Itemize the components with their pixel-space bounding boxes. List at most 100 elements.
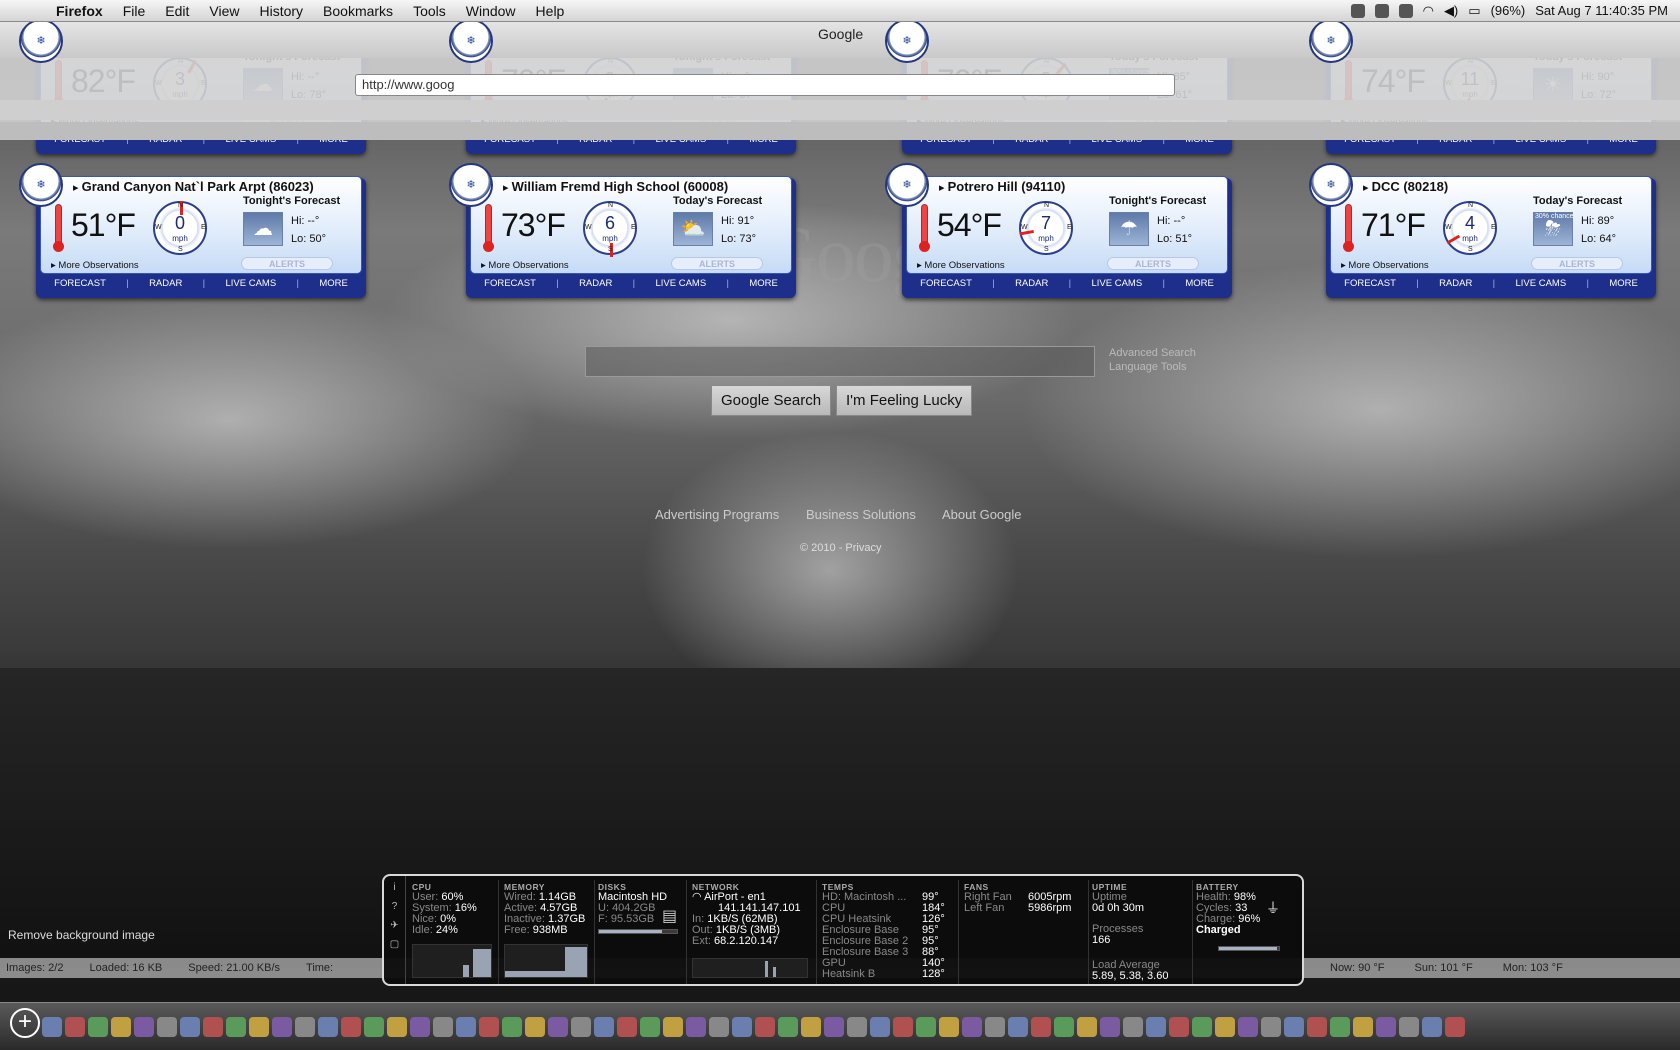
- more-observations-link[interactable]: More Observations: [481, 260, 568, 271]
- dock-app-icon[interactable]: [939, 1016, 959, 1037]
- advanced-search-link[interactable]: Advanced Search: [1109, 347, 1196, 359]
- copyright-privacy[interactable]: © 2010 - Privacy: [800, 542, 881, 554]
- dock-app-icon[interactable]: [962, 1016, 982, 1037]
- station-name[interactable]: Grand Canyon Nat`l Park Arpt (86023): [73, 179, 314, 194]
- weather-logo-icon[interactable]: ❄: [1309, 163, 1353, 207]
- radar-tab[interactable]: RADAR: [145, 278, 186, 289]
- dock-app-icon[interactable]: [1376, 1016, 1396, 1037]
- partly-sunny-icon[interactable]: ⛅: [673, 212, 713, 246]
- dock-app-icon[interactable]: [801, 1016, 821, 1037]
- dock-app-icon[interactable]: [847, 1016, 867, 1037]
- dock-app-icon[interactable]: [387, 1016, 407, 1037]
- weather-logo-icon[interactable]: ❄: [449, 163, 493, 207]
- dropbox-icon[interactable]: [1374, 3, 1389, 18]
- more-observations-link[interactable]: More Observations: [51, 260, 138, 271]
- live-cams-tab[interactable]: LIVE CAMS: [651, 278, 710, 289]
- dock-app-icon[interactable]: [410, 1016, 430, 1037]
- dock-app-icon[interactable]: [594, 1016, 614, 1037]
- forecast-tab[interactable]: FORECAST: [50, 278, 110, 289]
- add-widget-icon[interactable]: +: [10, 1008, 40, 1038]
- menu-tools[interactable]: Tools: [403, 3, 456, 19]
- dock-app-icon[interactable]: [1261, 1016, 1281, 1037]
- wifi-icon[interactable]: ◠: [1423, 3, 1434, 19]
- dock-app-icon[interactable]: [88, 1016, 108, 1037]
- dock-app-icon[interactable]: [778, 1016, 798, 1037]
- more-tab[interactable]: MORE: [745, 278, 782, 289]
- dock-app-icon[interactable]: [1077, 1016, 1097, 1037]
- dock-app-icon[interactable]: [134, 1016, 154, 1037]
- dock-app-icon[interactable]: [617, 1016, 637, 1037]
- forecast-tab[interactable]: FORECAST: [1340, 278, 1400, 289]
- dock-app-icon[interactable]: [180, 1016, 200, 1037]
- dock-app-icon[interactable]: [916, 1016, 936, 1037]
- dock-app-icon[interactable]: [318, 1016, 338, 1037]
- station-name[interactable]: Potrero Hill (94110): [939, 179, 1066, 194]
- business-solutions-link[interactable]: Business Solutions: [806, 507, 916, 522]
- alerts-button[interactable]: ALERTS: [241, 257, 333, 270]
- station-name[interactable]: William Fremd High School (60008): [503, 179, 729, 194]
- alerts-button[interactable]: ALERTS: [1531, 257, 1623, 270]
- dock-app-icon[interactable]: [157, 1016, 177, 1037]
- dock-app-icon[interactable]: [870, 1016, 890, 1037]
- dock-app-icon[interactable]: [755, 1016, 775, 1037]
- radar-tab[interactable]: RADAR: [1435, 278, 1476, 289]
- menubar-clock[interactable]: Sat Aug 7 11:40:35 PM: [1535, 3, 1668, 18]
- dock-app-icon[interactable]: [824, 1016, 844, 1037]
- dock-app-icon[interactable]: [1399, 1016, 1419, 1037]
- more-observations-link[interactable]: More Observations: [1341, 260, 1428, 271]
- menu-file[interactable]: File: [113, 3, 156, 19]
- about-google-link[interactable]: About Google: [942, 507, 1022, 522]
- station-name[interactable]: DCC (80218): [1363, 179, 1449, 194]
- dock-app-icon[interactable]: [1169, 1016, 1189, 1037]
- weather-logo-icon[interactable]: ❄: [885, 163, 929, 207]
- night-cloud-icon[interactable]: ☁: [243, 212, 283, 246]
- menu-bookmarks[interactable]: Bookmarks: [313, 3, 403, 19]
- google-search-input[interactable]: [585, 346, 1095, 377]
- dock-app-icon[interactable]: [1146, 1016, 1166, 1037]
- more-observations-link[interactable]: More Observations: [917, 260, 1004, 271]
- dock-app-icon[interactable]: [985, 1016, 1005, 1037]
- url-bar[interactable]: http://www.goog: [355, 74, 1175, 96]
- dock-app-icon[interactable]: [65, 1016, 85, 1037]
- weather-logo-icon[interactable]: ❄: [19, 163, 63, 207]
- dock-app-icon[interactable]: [272, 1016, 292, 1037]
- square-icon[interactable]: ▢: [390, 939, 399, 950]
- help-icon[interactable]: ?: [392, 901, 398, 912]
- dock-app-icon[interactable]: [1353, 1016, 1373, 1037]
- dock-app-icon[interactable]: [548, 1016, 568, 1037]
- dock-app-icon[interactable]: [1031, 1016, 1051, 1037]
- dock-app-icon[interactable]: [226, 1016, 246, 1037]
- alerts-button[interactable]: ALERTS: [671, 257, 763, 270]
- weather-now[interactable]: Now: 90 °F: [1330, 962, 1385, 974]
- dock-app-icon[interactable]: [1100, 1016, 1120, 1037]
- weather-logo-icon[interactable]: ❄: [1309, 19, 1353, 63]
- dock-app-icon[interactable]: [1008, 1016, 1028, 1037]
- dock-app-icon[interactable]: [502, 1016, 522, 1037]
- battery-icon[interactable]: ▭: [1468, 3, 1480, 19]
- sync-icon[interactable]: [1398, 3, 1413, 18]
- forecast-tab[interactable]: FORECAST: [480, 278, 540, 289]
- menu-view[interactable]: View: [199, 3, 249, 19]
- live-cams-tab[interactable]: LIVE CAMS: [1087, 278, 1146, 289]
- dock-app-icon[interactable]: [1284, 1016, 1304, 1037]
- menu-history[interactable]: History: [249, 3, 313, 19]
- dock-app-icon[interactable]: [525, 1016, 545, 1037]
- alerts-button[interactable]: ALERTS: [1107, 257, 1199, 270]
- dock-app-icon[interactable]: [1123, 1016, 1143, 1037]
- live-cams-tab[interactable]: LIVE CAMS: [1511, 278, 1570, 289]
- remove-background-link[interactable]: Remove background image: [8, 928, 155, 942]
- google-search-button[interactable]: Google Search: [711, 385, 832, 416]
- dock-app-icon[interactable]: [1215, 1016, 1235, 1037]
- radar-tab[interactable]: RADAR: [575, 278, 616, 289]
- airplane-icon[interactable]: ✈: [390, 920, 398, 931]
- language-tools-link[interactable]: Language Tools: [1109, 361, 1186, 373]
- dock-app-icon[interactable]: [433, 1016, 453, 1037]
- weather-sun[interactable]: Sun: 101 °F: [1415, 962, 1473, 974]
- dock-app-icon[interactable]: [42, 1016, 62, 1037]
- dock-app-icon[interactable]: [686, 1016, 706, 1037]
- rain-cloud-icon[interactable]: ☂: [1109, 212, 1149, 246]
- dock-app-icon[interactable]: [249, 1016, 269, 1037]
- dock-app-icon[interactable]: [1192, 1016, 1212, 1037]
- forecast-tab[interactable]: FORECAST: [916, 278, 976, 289]
- dock-app-icon[interactable]: [732, 1016, 752, 1037]
